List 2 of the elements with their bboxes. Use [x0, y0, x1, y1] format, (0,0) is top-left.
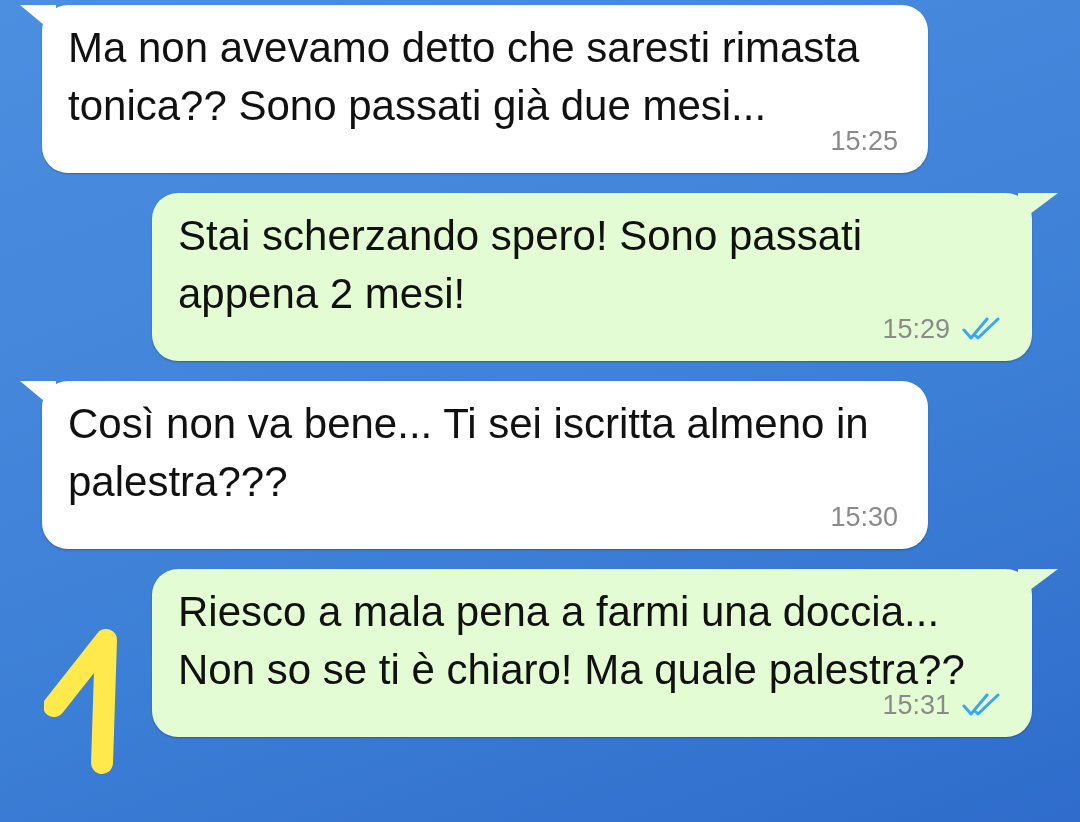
message-time: 15:29	[882, 313, 950, 345]
message-text: Stai scherzando spero! Sono passati appena 2 mesi!	[178, 211, 864, 319]
